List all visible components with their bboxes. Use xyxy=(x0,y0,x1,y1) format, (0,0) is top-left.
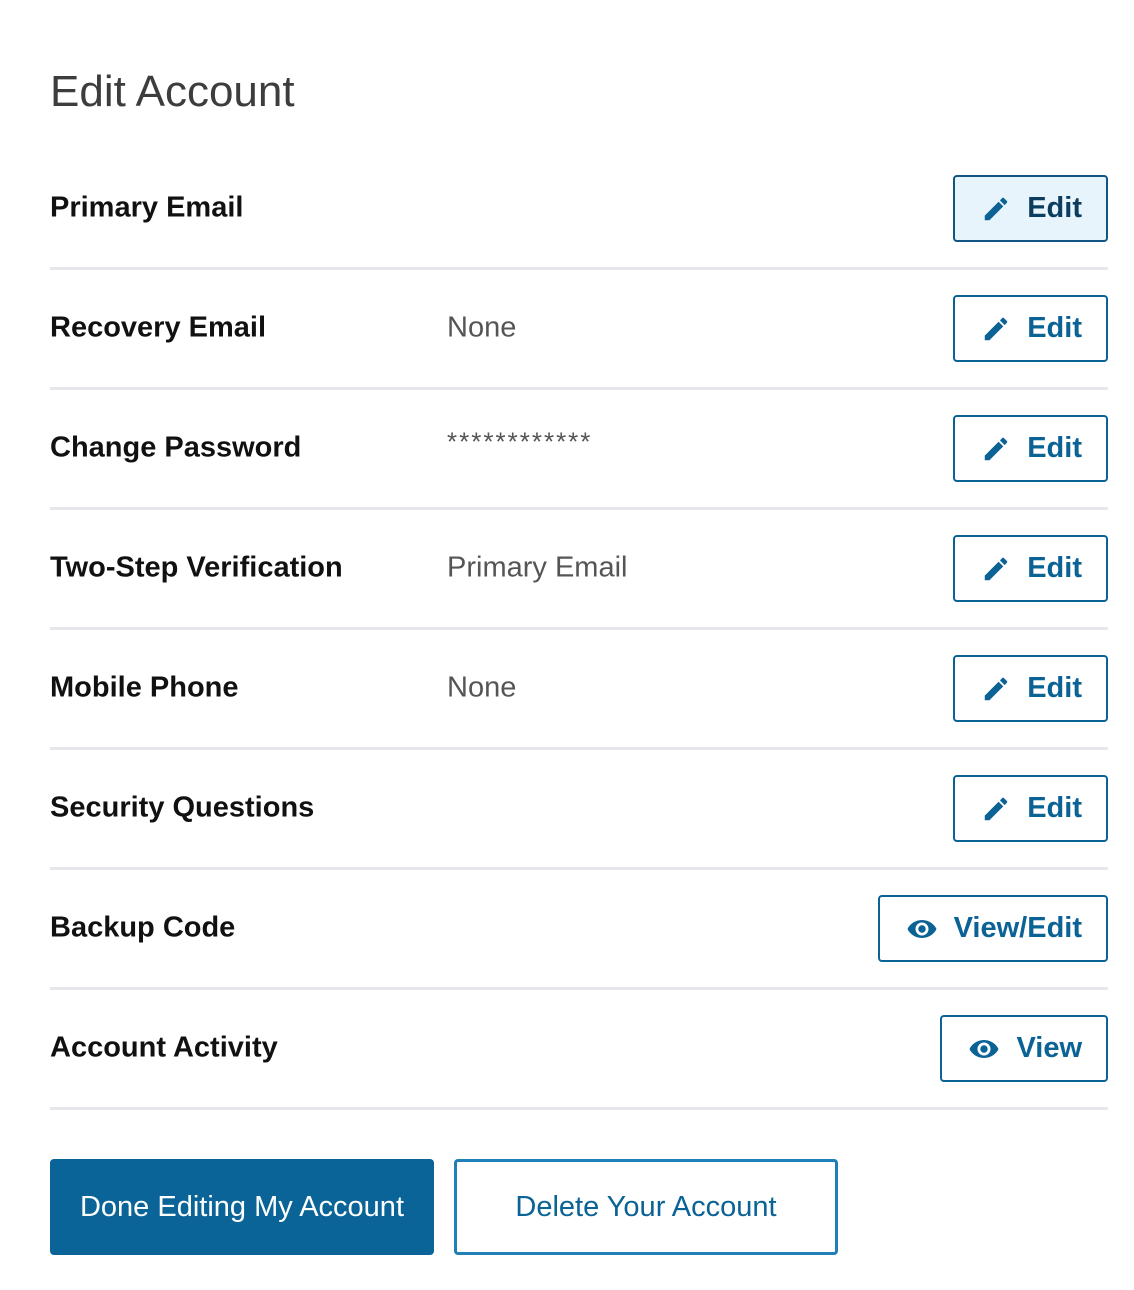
eye-icon xyxy=(968,1037,1000,1061)
recovery-email-label: Recovery Email xyxy=(50,311,267,344)
mobile-phone-edit-button[interactable]: Edit xyxy=(953,655,1108,722)
mobile-phone-row: Mobile Phone None Edit xyxy=(50,630,1108,750)
security-questions-label: Security Questions xyxy=(50,791,315,824)
account-activity-row: Account Activity View xyxy=(50,990,1108,1110)
pencil-icon xyxy=(981,554,1011,584)
backup-code-view-edit-button[interactable]: View/Edit xyxy=(877,895,1108,962)
account-settings-list: Primary Email Edit Recovery Email None E… xyxy=(50,150,1108,1110)
pencil-icon xyxy=(981,794,1011,824)
primary-email-label: Primary Email xyxy=(50,191,244,224)
account-activity-view-button[interactable]: View xyxy=(940,1015,1108,1082)
edit-button-label: Edit xyxy=(1027,312,1082,344)
done-editing-button[interactable]: Done Editing My Account xyxy=(50,1159,434,1255)
change-password-label: Change Password xyxy=(50,431,302,464)
primary-email-row: Primary Email Edit xyxy=(50,150,1108,270)
security-questions-row: Security Questions Edit xyxy=(50,750,1108,870)
pencil-icon xyxy=(981,314,1011,344)
delete-account-button[interactable]: Delete Your Account xyxy=(454,1159,838,1255)
change-password-edit-button[interactable]: Edit xyxy=(953,415,1108,482)
pencil-icon xyxy=(981,194,1011,224)
recovery-email-row: Recovery Email None Edit xyxy=(50,270,1108,390)
password-masked-value: ************ xyxy=(447,426,593,457)
page-title: Edit Account xyxy=(50,67,295,116)
account-activity-label: Account Activity xyxy=(50,1031,278,1064)
recovery-email-edit-button[interactable]: Edit xyxy=(953,295,1108,362)
edit-button-label: Edit xyxy=(1027,192,1082,224)
change-password-row: Change Password ************ Edit xyxy=(50,390,1108,510)
recovery-email-value: None xyxy=(447,311,517,344)
primary-email-edit-button[interactable]: Edit xyxy=(953,175,1108,242)
edit-button-label: Edit xyxy=(1027,792,1082,824)
pencil-icon xyxy=(981,674,1011,704)
mobile-phone-value: None xyxy=(447,671,517,704)
footer-actions: Done Editing My Account Delete Your Acco… xyxy=(50,1159,838,1255)
edit-button-label: Edit xyxy=(1027,552,1082,584)
two-step-verification-value: Primary Email xyxy=(447,551,628,584)
edit-button-label: Edit xyxy=(1027,432,1082,464)
view-edit-button-label: View/Edit xyxy=(953,912,1082,944)
view-button-label: View xyxy=(1016,1032,1082,1064)
eye-icon xyxy=(906,917,938,941)
security-questions-edit-button[interactable]: Edit xyxy=(953,775,1108,842)
edit-button-label: Edit xyxy=(1027,672,1082,704)
backup-code-row: Backup Code View/Edit xyxy=(50,870,1108,990)
two-step-verification-edit-button[interactable]: Edit xyxy=(953,535,1108,602)
mobile-phone-label: Mobile Phone xyxy=(50,671,239,704)
two-step-verification-row: Two-Step Verification Primary Email Edit xyxy=(50,510,1108,630)
two-step-verification-label: Two-Step Verification xyxy=(50,551,343,584)
pencil-icon xyxy=(981,434,1011,464)
backup-code-label: Backup Code xyxy=(50,911,236,944)
